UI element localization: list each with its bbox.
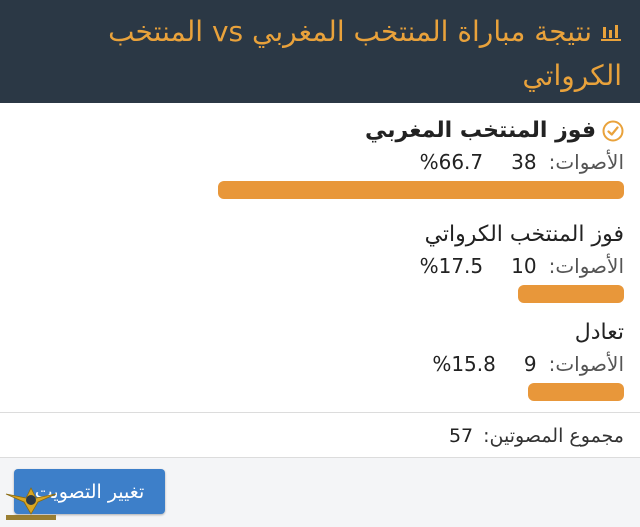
votes-row: الأصوات: 10 %17.5: [14, 253, 624, 279]
votes-percent: %66.7: [419, 150, 484, 174]
option-label-row: فوز المنتخب الكرواتي: [14, 221, 624, 249]
divider: [0, 457, 640, 458]
result-bar-track: [14, 181, 624, 199]
forum-watermark-logo: [4, 480, 58, 522]
votes-percent: %17.5: [419, 254, 484, 278]
poll-icon: [600, 24, 622, 42]
option-label: فوز المنتخب الكرواتي: [424, 222, 624, 247]
check-circle-icon: [602, 120, 624, 142]
poll-option-croatia: فوز المنتخب الكرواتي الأصوات: 10 %17.5: [14, 221, 624, 303]
votes-percent: %15.8: [432, 352, 496, 376]
total-count: 57: [448, 425, 474, 447]
total-voters: مجموع المصوتين: 57: [449, 423, 624, 449]
votes-row: الأصوات: 9 %15.8: [14, 351, 624, 377]
votes-label: الأصوات:: [548, 150, 624, 174]
option-label: تعادل: [574, 320, 624, 345]
poll-option-morocco: فوز المنتخب المغربي الأصوات: 38 %66.7: [14, 117, 624, 199]
option-label-row: فوز المنتخب المغربي: [14, 117, 624, 145]
poll-header: نتيجة مباراة المنتخب المغربي vs المنتخب …: [0, 0, 640, 103]
votes-count: 9: [523, 352, 537, 376]
page-title: نتيجة مباراة المنتخب المغربي vs المنتخب …: [108, 15, 622, 92]
votes-count: 38: [511, 150, 537, 174]
total-label: مجموع المصوتين:: [483, 425, 624, 447]
poll-title-line: نتيجة مباراة المنتخب المغربي vs المنتخب …: [18, 10, 622, 98]
result-bar-track: [14, 383, 624, 401]
poll-results: فوز المنتخب المغربي الأصوات: 38 %66.7 فو…: [0, 103, 640, 413]
votes-label: الأصوات:: [548, 352, 624, 376]
votes-label: الأصوات:: [548, 254, 624, 278]
option-label-row: تعادل: [14, 319, 624, 347]
result-bar: [528, 383, 624, 401]
poll-option-draw: تعادل الأصوات: 9 %15.8: [14, 319, 624, 401]
result-bar: [218, 181, 624, 199]
result-bar-track: [14, 285, 624, 303]
votes-count: 10: [511, 254, 537, 278]
option-label: فوز المنتخب المغربي: [364, 118, 596, 143]
divider: [0, 412, 640, 413]
result-bar: [518, 285, 624, 303]
votes-row: الأصوات: 38 %66.7: [14, 149, 624, 175]
